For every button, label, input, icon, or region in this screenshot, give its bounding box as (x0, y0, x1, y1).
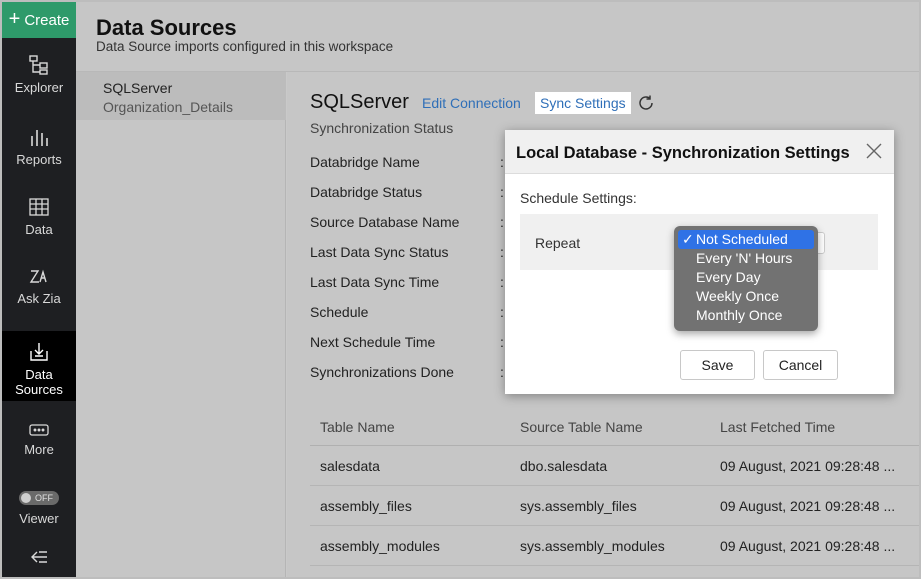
rail-item-more[interactable]: More (2, 422, 76, 457)
save-button[interactable]: Save (680, 350, 755, 380)
rail-label-viewer: Viewer (19, 511, 59, 526)
prop-colon: : (500, 334, 504, 350)
table-header: Table Name Source Table Name Last Fetche… (310, 408, 919, 446)
collapse-left-icon (31, 551, 47, 563)
rail-label-data-sources-2: Sources (15, 382, 63, 397)
prop-databridge-status: Databridge Status (310, 184, 423, 200)
viewer-toggle[interactable]: OFF (19, 491, 59, 505)
rail-label-ask-zia: Ask Zia (17, 291, 61, 306)
prop-colon: : (500, 274, 504, 290)
refresh-icon[interactable] (637, 94, 655, 117)
rail-label-data: Data (25, 222, 53, 237)
cell-source-table-name: sys.assembly_modules (520, 537, 665, 554)
page-title: Data Sources (96, 15, 237, 40)
option-label: Not Scheduled (696, 231, 788, 247)
create-label: Create (24, 11, 70, 29)
tables-table: Table Name Source Table Name Last Fetche… (310, 408, 919, 566)
checkmark-icon: ✓ (682, 231, 694, 247)
create-button[interactable]: + Create (2, 2, 76, 38)
source-subtitle: Organization_Details (103, 99, 233, 115)
collapse-button[interactable] (2, 550, 76, 568)
cell-last-fetched-time: 09 August, 2021 09:28:48 ... (720, 537, 896, 554)
rail-item-data-sources[interactable]: Data Sources (2, 331, 76, 401)
prop-colon: : (500, 184, 504, 200)
table-row[interactable]: assembly_modules sys.assembly_modules 09… (310, 526, 919, 566)
prop-last-sync-time: Last Data Sync Time (310, 274, 440, 290)
table-row[interactable]: assembly_files sys.assembly_files 09 Aug… (310, 486, 919, 526)
prop-next-schedule-time: Next Schedule Time (310, 334, 436, 350)
close-icon[interactable] (865, 142, 883, 165)
prop-syncs-done: Synchronizations Done (310, 364, 454, 380)
cell-table-name: salesdata (320, 457, 380, 474)
rail-label-more: More (24, 442, 54, 457)
col-source-table-name[interactable]: Source Table Name (510, 419, 710, 435)
data-icon (29, 198, 49, 216)
cell-source-table-name: sys.assembly_files (520, 497, 637, 514)
edit-connection-link[interactable]: Edit Connection (422, 95, 521, 111)
table-row[interactable]: salesdata dbo.salesdata 09 August, 2021 … (310, 446, 919, 486)
left-rail: + Create Explorer Reports Data Ask Zia D… (2, 2, 76, 577)
col-table-name[interactable]: Table Name (310, 419, 510, 435)
prop-colon: : (500, 154, 504, 170)
data-sources-icon (30, 343, 48, 361)
dialog-title: Local Database - Synchronization Setting… (516, 144, 850, 162)
rail-label-data-sources-1: Data (25, 367, 53, 382)
rail-item-ask-zia[interactable]: Ask Zia (2, 265, 76, 306)
repeat-label: Repeat (535, 235, 581, 251)
sync-settings-link[interactable]: Sync Settings (535, 92, 631, 114)
source-list: SQLServer Organization_Details (76, 72, 286, 577)
reports-icon (31, 130, 48, 146)
source-item[interactable]: SQLServer Organization_Details (76, 72, 286, 120)
cell-table-name: assembly_files (320, 497, 412, 514)
prop-colon: : (500, 244, 504, 260)
prop-colon: : (500, 364, 504, 380)
rail-item-explorer[interactable]: Explorer (2, 54, 76, 95)
schedule-settings-label: Schedule Settings: (520, 190, 637, 206)
prop-colon: : (500, 214, 504, 230)
cell-table-name: assembly_modules (320, 537, 440, 554)
explorer-icon (29, 55, 48, 75)
prop-source-db-name: Source Database Name (310, 214, 460, 230)
option-not-scheduled[interactable]: ✓ Not Scheduled (678, 230, 814, 249)
option-every-day[interactable]: Every Day (674, 268, 818, 287)
rail-item-data[interactable]: Data (2, 196, 76, 237)
prop-schedule: Schedule (310, 304, 369, 320)
col-last-fetched-time[interactable]: Last Fetched Time (710, 419, 919, 435)
option-weekly-once[interactable]: Weekly Once (674, 287, 818, 306)
dialog-header: Local Database - Synchronization Setting… (505, 130, 894, 174)
option-monthly-once[interactable]: Monthly Once (674, 306, 818, 325)
source-name: SQLServer (103, 80, 173, 96)
option-every-n-hours[interactable]: Every 'N' Hours (674, 249, 818, 268)
prop-last-sync-status: Last Data Sync Status (310, 244, 449, 260)
repeat-dropdown: ✓ Not Scheduled Every 'N' Hours Every Da… (674, 226, 818, 331)
cell-last-fetched-time: 09 August, 2021 09:28:48 ... (720, 497, 896, 514)
prop-colon: : (500, 304, 504, 320)
more-icon (29, 424, 49, 436)
rail-item-viewer[interactable]: OFF Viewer (2, 491, 76, 526)
ask-zia-icon (29, 269, 47, 283)
viewer-toggle-text: OFF (35, 493, 53, 503)
cell-source-table-name: dbo.salesdata (520, 457, 608, 474)
sync-status-label: Synchronization Status (310, 120, 454, 136)
prop-databridge-name: Databridge Name (310, 154, 420, 170)
plus-icon: + (8, 8, 21, 30)
rail-label-explorer: Explorer (14, 80, 64, 95)
rail-label-reports: Reports (16, 152, 62, 167)
cancel-button[interactable]: Cancel (763, 350, 838, 380)
page-header: Data Sources Data Source imports configu… (76, 2, 919, 72)
rail-item-reports[interactable]: Reports (2, 126, 76, 167)
page-subtitle: Data Source imports configured in this w… (96, 39, 394, 54)
source-title: SQLServer (310, 91, 409, 113)
cell-last-fetched-time: 09 August, 2021 09:28:48 ... (720, 457, 896, 474)
